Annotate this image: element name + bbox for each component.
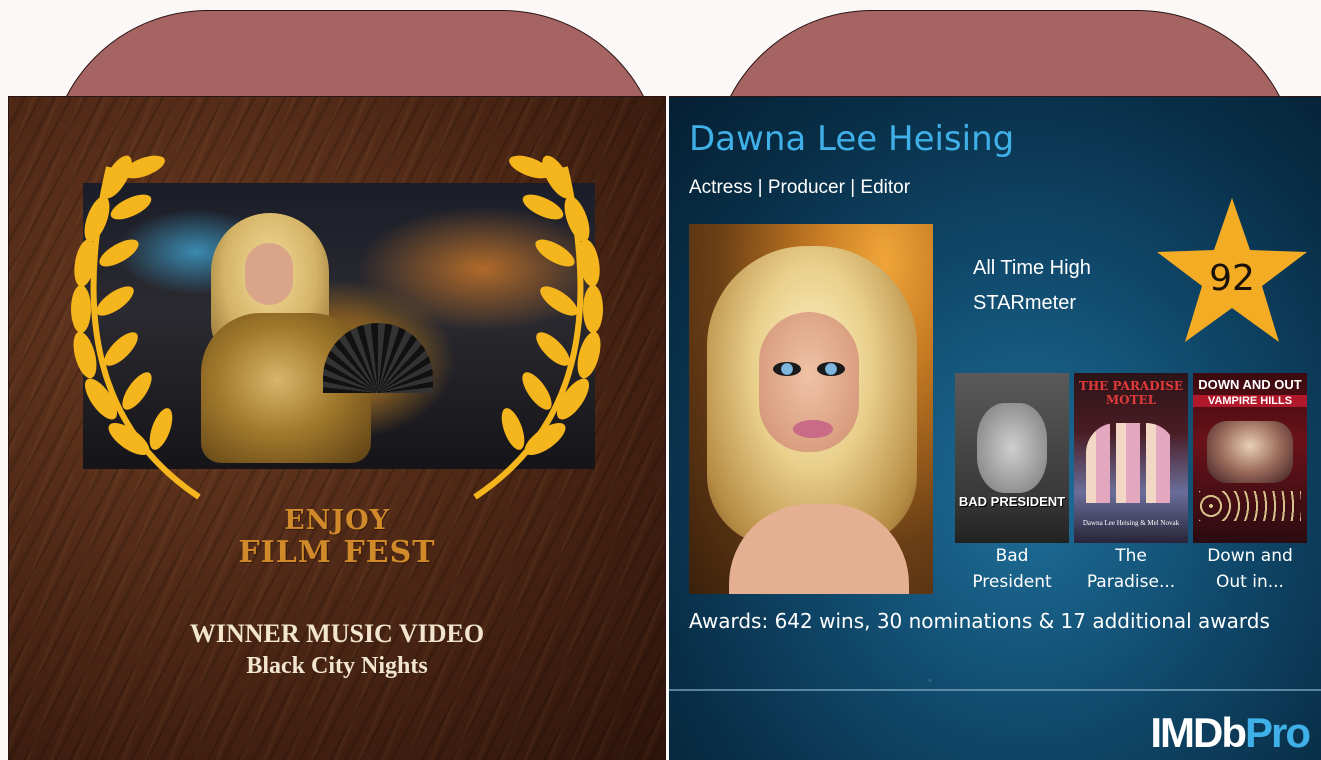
awards-summary: Awards: 642 wins, 30 nominations & 17 ad… [689, 609, 1270, 633]
profile-name: Dawna Lee Heising [689, 119, 1015, 159]
starmeter-label-line2: STARmeter [973, 292, 1076, 314]
imdbpro-logo: IMDbPro [1150, 709, 1311, 756]
poster-title-text: BAD PRESIDENT [958, 494, 1066, 509]
known-for-poster-paradise-motel[interactable]: THE PARADISE MOTEL Dawna Lee Heising & M… [1074, 373, 1188, 543]
festival-name-line2: FILM FEST [238, 535, 436, 570]
starmeter-value: 92 [1209, 258, 1255, 299]
starmeter-label-line1: All Time High [973, 257, 1091, 279]
known-for-title-bad-president[interactable]: Bad President [953, 543, 1071, 595]
imdbpro-profile-card: Dawna Lee Heising Actress | Producer | E… [669, 96, 1321, 760]
festival-award-panel: ENJOY FILM FEST WINNER MUSIC VIDEO Black… [8, 96, 666, 760]
laurel-right-icon [455, 137, 625, 507]
known-for-poster-bad-president[interactable]: BAD PRESIDENT [955, 373, 1069, 543]
award-category: WINNER MUSIC VIDEO [189, 619, 485, 648]
festival-name-line1: ENJOY [284, 505, 390, 536]
known-for-poster-down-and-out[interactable]: DOWN AND OUT IN VAMPIRE HILLS [1193, 373, 1307, 543]
divider [669, 689, 1321, 691]
laurel-left-icon [49, 137, 219, 507]
known-for-title-paradise[interactable]: The Paradise... [1072, 543, 1190, 595]
profile-headshot [689, 224, 933, 594]
poster-credit-text: Dawna Lee Heising & Mel Novak [1082, 519, 1180, 527]
poster-title-text: THE PARADISE MOTEL [1078, 379, 1184, 407]
starmeter-star-badge: 92 [1157, 198, 1307, 342]
profile-roles: Actress | Producer | Editor [689, 177, 911, 198]
poster-title-text: VAMPIRE HILLS [1193, 395, 1307, 407]
award-work-title: Black City Nights [246, 653, 428, 679]
known-for-title-down-and-out[interactable]: Down and Out in... [1191, 543, 1309, 595]
